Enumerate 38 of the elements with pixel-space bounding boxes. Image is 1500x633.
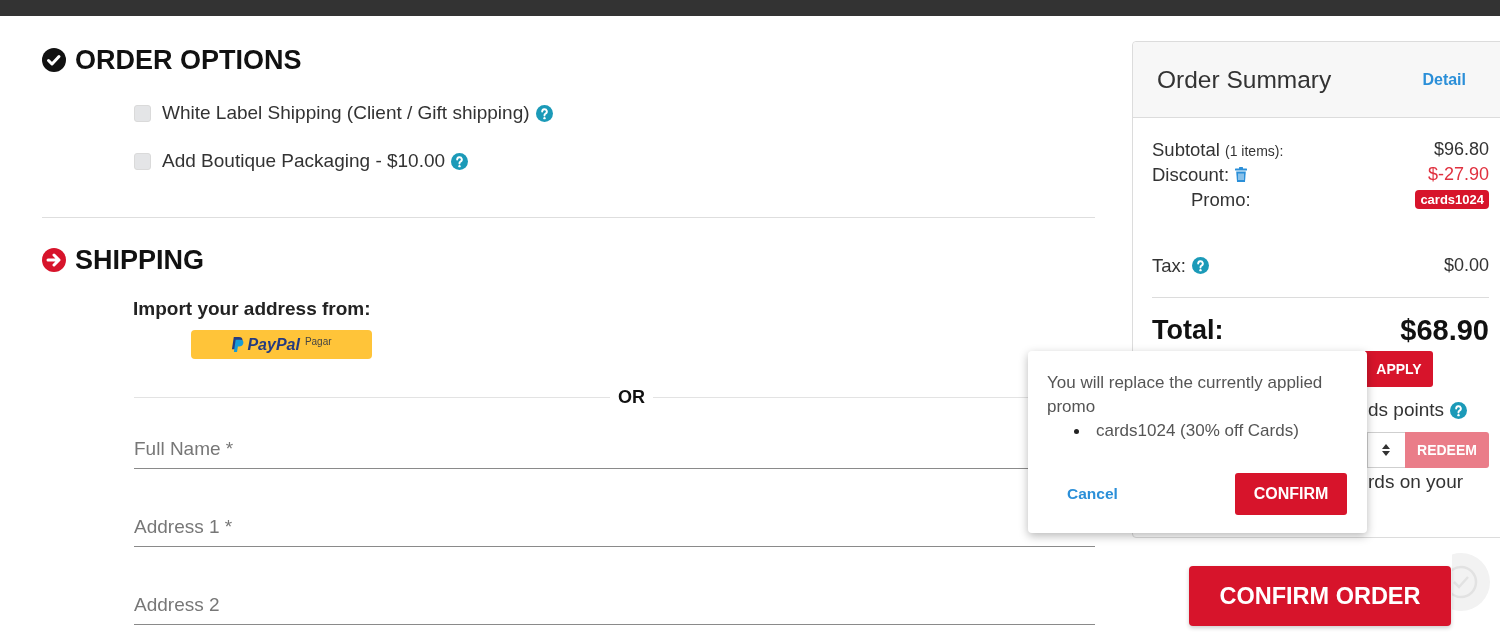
p-logo-icon [231, 337, 245, 352]
help-icon[interactable] [1191, 257, 1209, 274]
paypal-button[interactable]: PayPal Pagar [191, 330, 372, 359]
total-value: $68.90 [1400, 313, 1489, 347]
summary-label: Subtotal (1 items): [1152, 138, 1284, 161]
summary-title: Order Summary [1157, 65, 1332, 94]
bullet-icon [1074, 428, 1079, 434]
divider-label: OR [618, 386, 645, 408]
option-label: White Label Shipping (Client / Gift shipping) [162, 101, 530, 125]
checkbox[interactable] [134, 152, 151, 170]
summary-value: $-27.90 [1427, 164, 1489, 185]
trash-icon[interactable] [1235, 167, 1248, 182]
summary-value: $96.80 [1433, 139, 1489, 160]
apply-button[interactable]: APPLY [1365, 351, 1433, 387]
points-note: rds on your [1368, 470, 1464, 494]
input-field[interactable]: Address 2 [134, 585, 1095, 625]
promo-badge: cards1024 [1415, 190, 1489, 209]
promo-list-item: cards1024 (30% off Cards) [1096, 421, 1299, 441]
help-icon[interactable] [1450, 401, 1468, 419]
checkbox[interactable] [134, 104, 151, 122]
import-label: Import your address from: [133, 297, 371, 321]
summary-label: Promo: [1191, 188, 1251, 211]
points-label: ds points [1368, 399, 1445, 421]
confirm-order-button[interactable]: CONFIRM ORDER [1189, 566, 1451, 626]
section-title: SHIPPING [75, 244, 205, 276]
help-icon[interactable] [451, 152, 469, 170]
summary-label: Tax: [1152, 254, 1186, 277]
points-select[interactable] [1367, 432, 1405, 468]
cancel-link[interactable]: Cancel [1067, 485, 1118, 503]
summary-value: $0.00 [1443, 255, 1489, 276]
summary-label: Discount: [1152, 163, 1230, 186]
option-label: Add Boutique Packaging - $10.00 [162, 149, 446, 173]
help-icon[interactable] [535, 104, 553, 122]
total-label: Total: [1152, 314, 1224, 346]
detail-link[interactable]: Detail [1422, 70, 1466, 89]
section-title: ORDER OPTIONS [75, 44, 302, 76]
updown-caret-icon [1382, 444, 1390, 456]
confirm-button[interactable]: CONFIRM [1235, 473, 1347, 515]
